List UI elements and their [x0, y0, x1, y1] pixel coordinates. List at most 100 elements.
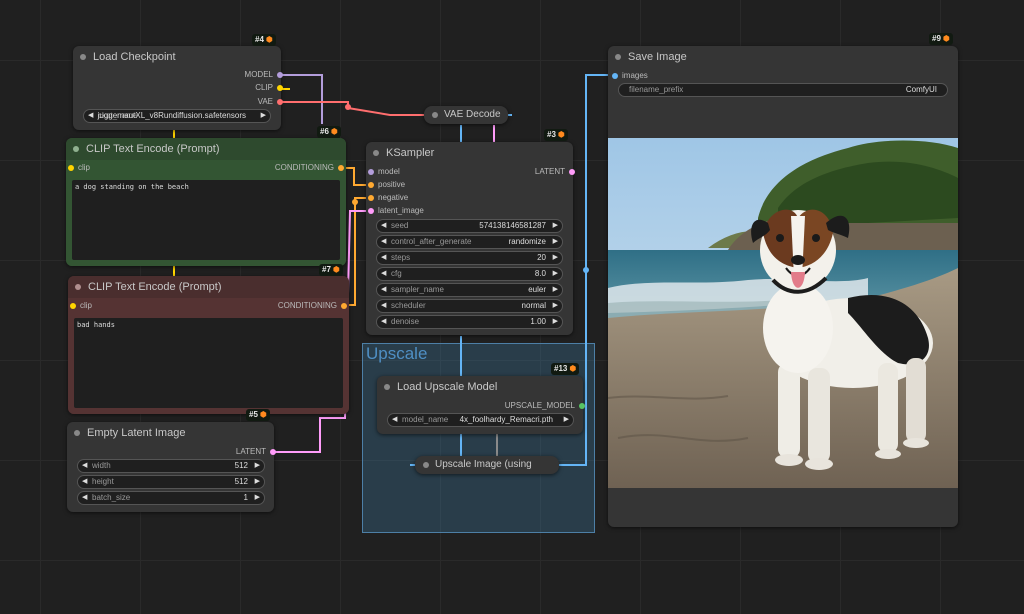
slot-dot-icon[interactable] [579, 403, 585, 409]
arrow-left-icon[interactable]: ◀ [82, 492, 87, 504]
arrow-right-icon[interactable]: ▶ [255, 492, 260, 504]
collapse-dot-icon[interactable] [373, 150, 379, 156]
input-clip[interactable]: clip [70, 300, 93, 312]
arrow-right-icon[interactable]: ▶ [553, 284, 558, 296]
arrow-left-icon[interactable]: ◀ [381, 300, 386, 312]
widget-label: steps [391, 253, 411, 262]
prompt-textarea[interactable]: a dog standing on the beach [72, 180, 340, 260]
node-title[interactable]: Empty Latent Image [67, 422, 274, 444]
input-model[interactable]: model [368, 166, 400, 178]
model-name-combo[interactable]: ◀ model_name 4x_foolhardy_Remacri.pth ▶ [387, 413, 574, 427]
ksampler-widget-denoise[interactable]: ◀ denoise 1.00 ▶ [376, 315, 563, 329]
output-conditioning[interactable]: CONDITIONING [275, 162, 344, 174]
slot-dot-icon[interactable] [277, 85, 283, 91]
slot-dot-icon[interactable] [612, 73, 618, 79]
slot-dot-icon[interactable] [338, 165, 344, 171]
ksampler-widget-seed[interactable]: ◀ seed 574138146581287 ▶ [376, 219, 563, 233]
clip-text-encode-negative-node[interactable]: CLIP Text Encode (Prompt) clip CONDITION… [68, 276, 349, 414]
arrow-left-icon[interactable]: ◀ [381, 316, 386, 328]
node-title[interactable]: Load Upscale Model [377, 376, 583, 398]
slot-dot-icon[interactable] [368, 169, 374, 175]
arrow-left-icon[interactable]: ◀ [88, 110, 93, 122]
output-vae[interactable]: VAE [258, 96, 283, 108]
arrow-left-icon[interactable]: ◀ [381, 220, 386, 232]
load-checkpoint-node[interactable]: Load Checkpoint MODEL CLIP VAE ◀ ckpt_na… [73, 46, 283, 130]
arrow-right-icon[interactable]: ▶ [261, 110, 266, 122]
arrow-right-icon[interactable]: ▶ [255, 460, 260, 472]
input-positive[interactable]: positive [368, 179, 405, 191]
arrow-left-icon[interactable]: ◀ [381, 252, 386, 264]
upscale-image-node[interactable]: Upscale Image (using [415, 456, 559, 474]
output-upscale-model[interactable]: UPSCALE_MODEL [505, 400, 585, 412]
ksampler-widget-control-after-generate[interactable]: ◀ control_after_generate randomize ▶ [376, 235, 563, 249]
input-clip[interactable]: clip [68, 162, 90, 174]
node-title[interactable]: Load Checkpoint [73, 46, 281, 68]
arrow-left-icon[interactable]: ◀ [381, 236, 386, 248]
batch-size-number[interactable]: ◀ batch_size 1 ▶ [77, 491, 265, 505]
output-model[interactable]: MODEL [245, 69, 283, 81]
ksampler-node[interactable]: KSampler model positive negative latent_… [366, 142, 575, 335]
slot-dot-icon[interactable] [341, 303, 347, 309]
ksampler-widget-sampler-name[interactable]: ◀ sampler_name euler ▶ [376, 283, 563, 297]
output-conditioning[interactable]: CONDITIONING [278, 300, 347, 312]
clip-text-encode-positive-node[interactable]: CLIP Text Encode (Prompt) clip CONDITION… [66, 138, 346, 266]
widget-label: control_after_generate [391, 237, 472, 246]
collapse-dot-icon[interactable] [73, 146, 79, 152]
arrow-right-icon[interactable]: ▶ [553, 236, 558, 248]
slot-dot-icon[interactable] [277, 99, 283, 105]
collapse-dot-icon[interactable] [80, 54, 86, 60]
node-title[interactable]: CLIP Text Encode (Prompt) [66, 138, 346, 160]
filename-prefix-input[interactable]: filename_prefix ComfyUI [618, 83, 948, 97]
output-latent[interactable]: LATENT [236, 446, 276, 458]
slot-dot-icon[interactable] [368, 195, 374, 201]
slot-dot-icon[interactable] [70, 303, 76, 309]
collapse-dot-icon[interactable] [615, 54, 621, 60]
collapse-dot-icon[interactable] [384, 384, 390, 390]
node-title[interactable]: KSampler [366, 142, 573, 164]
ksampler-widget-cfg[interactable]: ◀ cfg 8.0 ▶ [376, 267, 563, 281]
arrow-right-icon[interactable]: ▶ [553, 300, 558, 312]
slot-dot-icon[interactable] [569, 169, 575, 175]
output-latent[interactable]: LATENT [535, 166, 575, 178]
arrow-left-icon[interactable]: ◀ [392, 414, 397, 426]
arrow-right-icon[interactable]: ▶ [553, 220, 558, 232]
widget-value: 574138146581287 [479, 221, 546, 230]
load-upscale-model-node[interactable]: Load Upscale Model UPSCALE_MODEL ◀ model… [377, 376, 585, 434]
output-image-preview[interactable] [608, 138, 958, 488]
slot-dot-icon[interactable] [277, 72, 283, 78]
collapse-dot-icon[interactable] [423, 462, 429, 468]
width-number[interactable]: ◀ width 512 ▶ [77, 459, 265, 473]
vae-decode-node[interactable]: VAE Decode [424, 106, 508, 124]
collapse-dot-icon[interactable] [74, 430, 80, 436]
arrow-left-icon[interactable]: ◀ [381, 268, 386, 280]
input-negative[interactable]: negative [368, 192, 408, 204]
input-latent-image[interactable]: latent_image [368, 205, 424, 217]
node-title[interactable]: CLIP Text Encode (Prompt) [68, 276, 349, 298]
arrow-left-icon[interactable]: ◀ [381, 284, 386, 296]
node-id-badge: #13 ⬢ [551, 363, 580, 375]
input-images[interactable]: images [612, 70, 648, 82]
height-number[interactable]: ◀ height 512 ▶ [77, 475, 265, 489]
arrow-right-icon[interactable]: ▶ [564, 414, 569, 426]
slot-dot-icon[interactable] [68, 165, 74, 171]
arrow-right-icon[interactable]: ▶ [553, 252, 558, 264]
ksampler-widget-scheduler[interactable]: ◀ scheduler normal ▶ [376, 299, 563, 313]
arrow-left-icon[interactable]: ◀ [82, 460, 87, 472]
node-title[interactable]: Save Image [608, 46, 958, 68]
empty-latent-image-node[interactable]: Empty Latent Image LATENT ◀ width 512 ▶ … [67, 422, 276, 512]
slot-dot-icon[interactable] [270, 449, 276, 455]
ksampler-widget-steps[interactable]: ◀ steps 20 ▶ [376, 251, 563, 265]
arrow-right-icon[interactable]: ▶ [553, 268, 558, 280]
arrow-left-icon[interactable]: ◀ [82, 476, 87, 488]
ckpt-name-combo[interactable]: ◀ ckpt_name juggernautXL_v8Rundiffusion.… [83, 109, 271, 123]
output-clip[interactable]: CLIP [255, 82, 283, 94]
slot-dot-icon[interactable] [368, 208, 374, 214]
arrow-right-icon[interactable]: ▶ [553, 316, 558, 328]
slot-label: clip [80, 301, 93, 310]
save-image-node[interactable]: Save Image images filename_prefix ComfyU… [608, 46, 958, 527]
prompt-textarea[interactable]: bad hands [74, 318, 343, 408]
collapse-dot-icon[interactable] [432, 112, 438, 118]
arrow-right-icon[interactable]: ▶ [255, 476, 260, 488]
collapse-dot-icon[interactable] [75, 284, 81, 290]
slot-dot-icon[interactable] [368, 182, 374, 188]
